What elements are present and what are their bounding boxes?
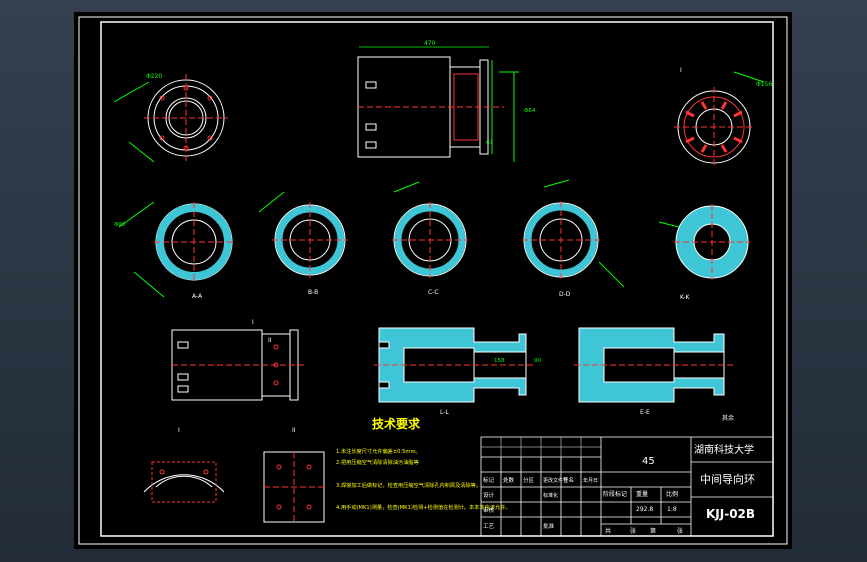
part-name: 中间导向环 — [700, 472, 755, 486]
cad-viewport: 470 Φ220 Φ156 A-A B-B C-C D-D K-K I L-L … — [0, 0, 867, 562]
tech-requirement-2: 2.把用压缩空气清除清除油污油脂等 — [336, 458, 419, 466]
section-view-b — [258, 191, 348, 278]
label-view-d: D-D — [559, 291, 571, 298]
tb-label-stage: 阶段标记 — [603, 490, 627, 498]
tb-label-approve: 批准 — [543, 522, 555, 530]
label-view-l: L-L — [440, 409, 449, 416]
tb-label-count: 处数 — [503, 476, 515, 484]
material-label: 45 — [642, 456, 655, 467]
title-block-grid-top — [481, 437, 601, 457]
tech-requirement-1: 1.未注长度尺寸允许偏差±0.5mm。 — [336, 447, 421, 455]
dim-label-phi64: Φ64 — [524, 108, 536, 114]
tb-label-date: 年月日 — [583, 477, 598, 484]
detail-view-i — [143, 461, 225, 503]
tb-label-design: 设计 — [483, 491, 495, 499]
dim-front-diameter: Φ220 — [146, 73, 162, 80]
tb-label-total: 共 — [605, 527, 611, 535]
view-front-right — [674, 71, 765, 167]
tb-label-weight: 重量 — [636, 490, 648, 498]
dim-label-158: 158 — [494, 358, 505, 364]
tb-label-scale: 比例 — [666, 490, 678, 498]
outer-frame — [78, 16, 788, 545]
scale-value: 1:8 — [667, 506, 677, 513]
label-view-a: A-A — [192, 293, 203, 300]
label-view-i-top: I — [680, 67, 682, 74]
section-view-d — [522, 179, 625, 288]
label-view-m: I — [252, 319, 254, 326]
university-name: 湖南科技大学 — [694, 443, 754, 456]
section-view-m — [574, 327, 734, 403]
side-view-middle — [171, 329, 306, 401]
tb-label-sheets: 张 — [630, 527, 636, 535]
drawing-sheet: 470 Φ220 Φ156 A-A B-B C-C D-D K-K I L-L … — [74, 12, 792, 549]
label-view-ii-top: II — [268, 337, 272, 344]
tb-label-process: 工艺 — [483, 523, 495, 530]
section-view-a — [118, 201, 234, 298]
weight-value: 292.8 — [636, 506, 653, 513]
tb-label-sheet-no: 第 — [650, 527, 656, 535]
tech-requirements-title: 技术要求 — [372, 416, 421, 431]
section-view-l — [374, 327, 534, 403]
tb-label-standard: 标准化 — [543, 492, 558, 499]
tb-label-mark: 标记 — [483, 476, 495, 484]
tech-requirement-3: 3.焊接加工后做标记，检查用压缩空气清除孔内积屑及清除等。 — [336, 481, 481, 489]
section-view-c — [392, 181, 468, 278]
dim-overall-length: 470 — [424, 40, 436, 47]
engineering-drawing: 470 Φ220 Φ156 A-A B-B C-C D-D K-K I L-L … — [78, 16, 788, 545]
label-view-b: B-B — [308, 289, 318, 296]
label-view-k: K-K — [680, 294, 690, 301]
tb-label-review: 审核 — [483, 506, 495, 514]
label-view-c: C-C — [428, 289, 439, 296]
dim-label-phi90: Φ90 — [114, 222, 126, 228]
drawing-number: KJJ-02B — [706, 507, 755, 521]
detail-view-ii — [263, 451, 325, 523]
tb-label-sign: 签名 — [563, 476, 574, 484]
dim-label-67: 67 — [486, 140, 493, 146]
dim-slot-view: Φ156 — [756, 81, 772, 88]
tb-label-zone: 分区 — [523, 476, 535, 484]
view-front-left — [113, 74, 228, 163]
dim-label-90: 90 — [534, 358, 541, 364]
label-detail-i: I — [178, 427, 180, 434]
roughness-note: 其余 — [722, 414, 734, 422]
label-view-e: E-E — [640, 409, 650, 416]
tb-label-sheet-of: 张 — [677, 527, 683, 535]
section-view-k — [658, 204, 750, 280]
label-detail-ii: II — [292, 427, 296, 434]
top-side-view — [357, 46, 519, 162]
